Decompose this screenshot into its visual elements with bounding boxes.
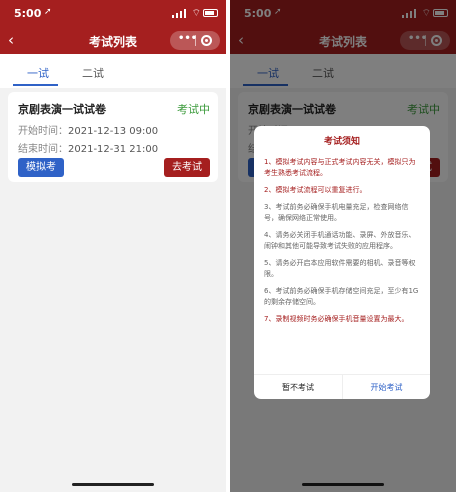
start-time-label: 开始时间：: [18, 126, 68, 137]
start-time-value: 2021-12-13 09:00: [68, 126, 159, 137]
start-exam-button[interactable]: 开始考试: [343, 375, 430, 399]
battery-icon: [203, 9, 218, 17]
nav-bar: ‹ 考试列表 •••: [0, 28, 226, 54]
location-arrow-icon: ➚: [44, 7, 52, 17]
rule-item: 5、请务必开启本应用软件需要的相机、录音等权限。: [264, 259, 416, 278]
miniprogram-capsule: •••: [170, 31, 220, 50]
go-exam-button[interactable]: 去考试: [164, 158, 210, 177]
exam-card: 京剧表演一试试卷 考试中 开始时间：2021-12-13 09:00 结束时间：…: [8, 92, 218, 182]
status-time: 5:00: [14, 7, 42, 20]
signal-icon: [172, 9, 186, 18]
tab-first-round[interactable]: 一试: [27, 65, 49, 81]
rule-item: 3、考试前务必确保手机电量充足，检查网络信号，确保网络正常使用。: [264, 203, 409, 222]
home-indicator: [72, 483, 154, 486]
rules-list: 1、模拟考试内容与正式考试内容无关，模拟只为考生熟悉考试流程。 2、模拟考试流程…: [264, 157, 422, 331]
rule-item: 7、录制视频时务必确保手机音量设置为最大。: [264, 315, 409, 323]
exam-notice-dialog: 考试须知 1、模拟考试内容与正式考试内容无关，模拟只为考生熟悉考试流程。 2、模…: [254, 126, 430, 399]
status-badge: 考试中: [177, 103, 210, 116]
dialog-footer: 暂不考试 开始考试: [254, 374, 430, 399]
rule-item: 6、考试前务必确保手机存储空间充足，至少有1G的剩余存储空间。: [264, 287, 419, 306]
tab-active-indicator: [13, 84, 58, 86]
exam-tabs: 一试 二试: [0, 54, 226, 88]
home-indicator: [302, 483, 384, 486]
end-time-row: 结束时间：2021-12-31 21:00: [18, 140, 158, 155]
exam-title: 京剧表演一试试卷: [18, 103, 106, 116]
rule-item: 2、模拟考试流程可以重复进行。: [264, 186, 367, 194]
dialog-title: 考试须知: [323, 137, 360, 147]
end-time-label: 结束时间：: [18, 144, 68, 155]
rule-item: 1、模拟考试内容与正式考试内容无关，模拟只为考生熟悉考试流程。: [264, 158, 416, 177]
mock-exam-button[interactable]: 模拟考: [18, 158, 64, 177]
status-bar: 5:00 ➚ ⌔: [0, 0, 226, 28]
end-time-value: 2021-12-31 21:00: [68, 144, 159, 155]
not-now-button[interactable]: 暂不考试: [254, 375, 342, 399]
rule-item: 4、请务必关闭手机通话功能、录屏、外放音乐、闹钟和其他可能导致考试失败的应用程序…: [264, 231, 416, 250]
capsule-divider: [195, 35, 196, 46]
exam-notice-screen: 5:00 ➚ ⌔ ‹ 考试列表 ••• 一试 二试 京剧表演一试试卷 考试中 开…: [230, 0, 456, 492]
exam-list-screen: 5:00 ➚ ⌔ ‹ 考试列表 ••• 一试 二试 京剧表演一试试卷 考试中 开…: [0, 0, 226, 492]
tab-second-round[interactable]: 二试: [82, 65, 104, 81]
wifi-icon: ⌔: [191, 8, 201, 19]
start-time-row: 开始时间：2021-12-13 09:00: [18, 122, 158, 137]
close-target-icon[interactable]: [201, 35, 212, 46]
